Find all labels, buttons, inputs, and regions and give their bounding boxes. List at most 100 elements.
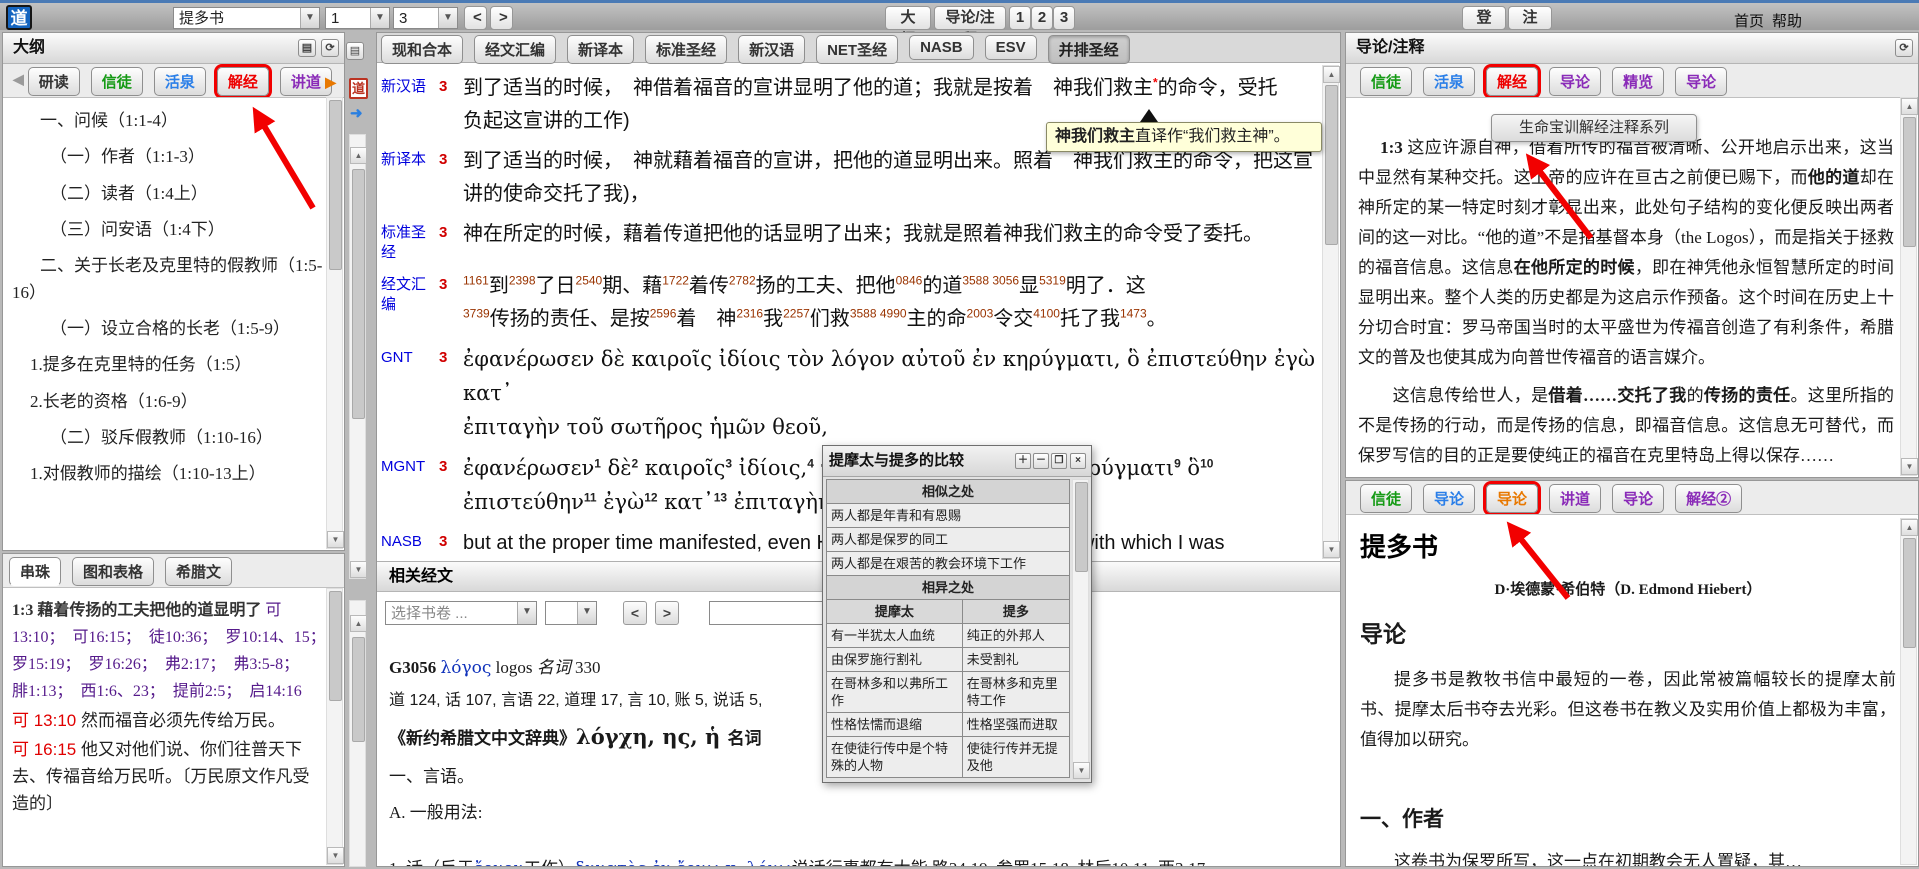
tab-NASB[interactable]: NASB	[909, 35, 974, 60]
scroll-down-icon[interactable]: ▼	[327, 847, 344, 864]
help-link[interactable]: 帮助	[1772, 10, 1802, 31]
tab-活泉[interactable]: 活泉	[154, 67, 206, 96]
tab-解经[interactable]: 解经	[1486, 67, 1538, 96]
cross-reference-list[interactable]: 1:3 藉着传扬的工夫把他的道显明了 可13:10； 可16:15； 徒10:3…	[12, 597, 322, 705]
outline-item[interactable]: 1.对假教师的描绘（1:10-13上）	[4, 461, 324, 487]
outline-item[interactable]: （二）驳斥假教师（1:10-16）	[4, 425, 324, 451]
chevron-down-icon[interactable]: ▼	[577, 602, 596, 624]
scroll-up-icon[interactable]: ▲	[1323, 66, 1340, 83]
tabs-scroll-left-icon[interactable]: ◀	[13, 67, 24, 91]
bible-left-scrollbar[interactable]: ▲ ▼	[349, 134, 366, 579]
related-book-select[interactable]: 选择书卷 ... ▼	[385, 601, 537, 625]
introduction-scrollbar-thumb[interactable]	[1903, 538, 1916, 648]
verse-ref[interactable]: 可 13:10	[12, 711, 76, 730]
tab-新汉语[interactable]: 新汉语	[738, 35, 805, 64]
layout-2-button[interactable]: 2	[1031, 6, 1053, 30]
restore-window-icon[interactable]: ❐	[1051, 453, 1067, 469]
dao-badge-icon[interactable]: 道	[349, 78, 368, 99]
version-label[interactable]: GNT	[381, 343, 439, 445]
tab-解经②[interactable]: 解经②	[1675, 484, 1742, 513]
version-label[interactable]: NASB	[381, 527, 439, 559]
version-label[interactable]: 经文汇编	[381, 270, 439, 336]
tab-解经[interactable]: 解经	[217, 67, 269, 96]
dict-left-scrollbar[interactable]: ▲	[349, 600, 366, 867]
outline-item[interactable]: （二）读者（1:4上）	[4, 181, 324, 207]
outline-button[interactable]: 大纲	[885, 6, 931, 30]
tab-希腊文[interactable]: 希腊文	[165, 557, 232, 586]
scroll-down-icon[interactable]: ▼	[327, 531, 344, 548]
zoom-out-icon[interactable]: －	[1033, 453, 1049, 469]
scroll-up-icon[interactable]: ▲	[1901, 98, 1918, 115]
tab-研读[interactable]: 研读	[28, 67, 80, 96]
home-link[interactable]: 首页	[1734, 10, 1764, 31]
tab-信徒[interactable]: 信徒	[91, 67, 143, 96]
layout-1-button[interactable]: 1	[1009, 6, 1031, 30]
version-label[interactable]: 新汉语	[381, 72, 439, 138]
refresh-icon[interactable]: ⟳	[1895, 39, 1913, 57]
scroll-up-icon[interactable]: ▲	[350, 615, 367, 632]
zoom-in-icon[interactable]: ＋	[1015, 453, 1031, 469]
close-icon[interactable]: ×	[1070, 453, 1086, 469]
outline-item[interactable]: （一）作者（1:1-3）	[4, 144, 324, 170]
chevron-down-icon[interactable]: ▼	[370, 8, 389, 28]
tab-导论[interactable]: 导论	[1612, 484, 1664, 513]
register-button[interactable]: 注册	[1508, 6, 1552, 30]
outline-item[interactable]: 2.长老的资格（1:6-9）	[4, 389, 324, 415]
scroll-up-icon[interactable]: ▲	[350, 147, 367, 164]
commentary-series-button[interactable]: 生命宝训解经注释系列	[1491, 114, 1697, 142]
verse-ref[interactable]: 可 16:15	[12, 740, 76, 759]
scroll-up-icon[interactable]: ▲	[1901, 519, 1918, 536]
tab-图和表格[interactable]: 图和表格	[72, 557, 154, 586]
commentary-scrollbar[interactable]: ▲ ▼	[1900, 97, 1917, 476]
commentary-scrollbar-thumb[interactable]	[1903, 117, 1916, 247]
scroll-down-icon[interactable]: ▼	[1073, 762, 1090, 779]
outline-item[interactable]: 1.提多在克里特的任务（1:5）	[4, 352, 324, 378]
related-next-button[interactable]: >	[655, 601, 679, 625]
scroll-down-icon[interactable]: ▼	[1323, 541, 1340, 558]
prev-verse-button[interactable]: <	[464, 6, 487, 30]
related-chapter-select[interactable]: ▼	[545, 601, 597, 625]
tab-新译本[interactable]: 新译本	[567, 35, 634, 64]
app-logo[interactable]: 道	[6, 5, 32, 30]
chevron-down-icon[interactable]: ▼	[517, 602, 536, 624]
tab-经文汇编[interactable]: 经文汇编	[474, 35, 556, 64]
outline-item[interactable]: （三）问安语（1:4下）	[4, 217, 324, 243]
tab-导论[interactable]: 导论	[1423, 484, 1475, 513]
tab-讲道[interactable]: 讲道	[1549, 484, 1601, 513]
tab-现和合本[interactable]: 现和合本	[381, 35, 463, 64]
chapter-select[interactable]: 1 ▼	[325, 7, 390, 29]
outline-item[interactable]: （一）设立合格的长老（1:5-9）	[4, 316, 324, 342]
outline-scrollbar[interactable]: ▼	[326, 97, 343, 549]
version-label[interactable]: 新译本	[381, 145, 439, 211]
tab-标准圣经[interactable]: 标准圣经	[645, 35, 727, 64]
outline-scrollbar-thumb[interactable]	[329, 100, 342, 270]
tab-串珠[interactable]: 串珠	[9, 557, 61, 586]
tabs-scroll-right-icon[interactable]: ▶	[325, 70, 336, 94]
next-verse-button[interactable]: >	[490, 6, 513, 30]
chevron-down-icon[interactable]: ▼	[300, 8, 319, 28]
tab-活泉[interactable]: 活泉	[1423, 67, 1475, 96]
tab-NET圣经[interactable]: NET圣经	[816, 35, 898, 64]
chevron-down-icon[interactable]: ▼	[438, 8, 457, 28]
tab-导论[interactable]: 导论	[1486, 484, 1538, 513]
related-prev-button[interactable]: <	[623, 601, 647, 625]
verse-select[interactable]: 3 ▼	[393, 7, 458, 29]
concordance-scrollbar-thumb[interactable]	[329, 591, 342, 701]
refresh-icon[interactable]: ⟳	[321, 39, 339, 57]
bible-scrollbar-thumb[interactable]	[1325, 85, 1338, 245]
tab-信徒[interactable]: 信徒	[1360, 484, 1412, 513]
version-label[interactable]: 标准圣经	[381, 218, 439, 263]
version-label[interactable]: MGNT	[381, 452, 439, 520]
outline-item[interactable]: 二、关于长老及克里特的假教师（1:5-16）	[4, 253, 324, 306]
book-select[interactable]: 提多书 ▼	[173, 7, 320, 29]
expand-right-icon[interactable]: ➜	[350, 104, 363, 122]
bible-left-scrollbar-thumb[interactable]	[352, 169, 365, 419]
introduction-scrollbar[interactable]: ▲	[1900, 518, 1917, 865]
columns-icon[interactable]: ▤	[346, 42, 364, 60]
tab-导论[interactable]: 导论	[1675, 67, 1727, 96]
list-icon[interactable]: ▤	[298, 39, 316, 57]
tab-导论[interactable]: 导论	[1549, 67, 1601, 96]
tab-ESV[interactable]: ESV	[985, 35, 1037, 60]
layout-3-button[interactable]: 3	[1053, 6, 1075, 30]
outline-item[interactable]: 一、问候（1:1-4）	[4, 108, 324, 134]
